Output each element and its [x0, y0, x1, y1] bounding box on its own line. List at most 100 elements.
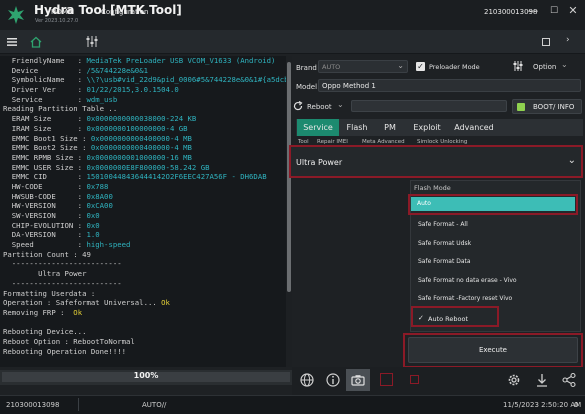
- status-serial: 210300013098: [6, 401, 60, 409]
- console-line: Device : /5&744228e&0&1: [3, 66, 286, 76]
- flash-mode-safe-format-no-data-erase-vivo[interactable]: Safe Format no data erase - Vivo: [418, 277, 517, 284]
- flash-mode-safe-format-udsk[interactable]: Safe Format Udsk: [418, 240, 471, 247]
- chevron-down-icon: ⌄: [567, 155, 576, 166]
- download-icon[interactable]: [534, 372, 550, 388]
- reboot-chevron-icon[interactable]: ⌄: [337, 100, 344, 109]
- console-text: Formatting Userdata :: [3, 288, 96, 298]
- nav-home[interactable]: HOME: [51, 8, 72, 16]
- globe-icon[interactable]: [299, 372, 315, 388]
- console-line: EMMC CID : 150100448436444142O2F6EEC427A…: [3, 172, 286, 182]
- share-icon[interactable]: [561, 372, 577, 388]
- close-button[interactable]: ✕: [566, 4, 580, 17]
- console-text: 0x0000000000038000-224 KB: [86, 114, 197, 124]
- console-text: 01/22/2015,3.0.1504.0: [86, 85, 179, 95]
- console-text: 0x8A00: [86, 191, 113, 201]
- option-chevron-icon[interactable]: ⌄: [561, 60, 568, 69]
- console-text: \\?\usb#vid_22d9&pid_0006#5&744228e&0&1#…: [86, 75, 286, 85]
- flash-mode-auto[interactable]: Auto: [411, 197, 575, 211]
- reboot-option-field[interactable]: [351, 100, 507, 112]
- progress-label: 100%: [133, 371, 159, 380]
- tab-flash[interactable]: Flash: [341, 119, 373, 136]
- chip-icon: [517, 103, 525, 111]
- console-line: HWSUB-CODE : 0x8A00: [3, 192, 286, 202]
- console-text: Rebooting Operation Done!!!!: [3, 346, 127, 356]
- console-text: Reading Partition Table ..: [3, 104, 118, 114]
- tab-service[interactable]: Service: [297, 119, 339, 136]
- console-text: -------------------------: [3, 259, 122, 269]
- model-select[interactable]: Oppo Method 1: [318, 79, 581, 92]
- console-text: EMMC Boot2 Size :: [3, 143, 91, 153]
- reboot-label[interactable]: Reboot: [307, 103, 332, 111]
- console-text: Partition Count : 49: [3, 249, 91, 259]
- console-line: -------------------------: [3, 279, 286, 289]
- stop-small-icon[interactable]: [410, 375, 419, 384]
- maximize-button[interactable]: ☐: [547, 6, 561, 16]
- console-line: HW-CODE : 0x788: [3, 182, 286, 192]
- console-text: Speed :: [3, 240, 87, 250]
- console-line: EMMC Boot1 Size : 0x0000000000400000-4 M…: [3, 134, 286, 144]
- console-text: wdm_usb: [86, 94, 118, 104]
- console-line: HW-VERSION : 0xCA00: [3, 201, 286, 211]
- nav-configuration[interactable]: Configuration: [101, 8, 148, 16]
- tab-pm[interactable]: PM: [377, 119, 403, 136]
- boot-info-button[interactable]: BOOT/ INFO: [512, 99, 582, 114]
- console-line: SW-VERSION : 0x0: [3, 211, 286, 221]
- chevron-right-icon[interactable]: ›: [566, 35, 570, 45]
- sliders-icon[interactable]: [513, 61, 523, 71]
- console-line: EMMC USER Size : 0x0000000E8F800000-58.2…: [3, 163, 286, 173]
- flash-mode-safe-format-all[interactable]: Safe Format - All: [418, 221, 468, 228]
- info-icon[interactable]: [325, 372, 341, 388]
- console-line: CHIP-EVOLUTION : 0x0: [3, 221, 286, 231]
- console-text: 0xCA00: [86, 201, 113, 211]
- console-text: HWSUB-CODE :: [3, 191, 87, 201]
- console-line: Removing FRP : Ok: [3, 308, 286, 318]
- configuration-icon[interactable]: [86, 35, 98, 48]
- reboot-icon[interactable]: [293, 100, 303, 111]
- status-counter: 0: [574, 401, 579, 409]
- tab-advanced[interactable]: Advanced: [450, 119, 498, 136]
- console-text: ERAM Size :: [3, 114, 87, 124]
- flash-mode-safe-format-data[interactable]: Safe Format Data: [418, 258, 471, 265]
- stop-icon[interactable]: [380, 373, 393, 386]
- execute-button[interactable]: Execute: [408, 337, 578, 363]
- hydra-logo-icon: [8, 6, 24, 24]
- brand-select[interactable]: AUTO ⌄: [318, 60, 408, 73]
- preloader-checkbox[interactable]: ✓: [416, 62, 425, 71]
- console-line: Reboot Option : RebootToNormal: [3, 337, 286, 347]
- device-serial: 210300013098: [484, 8, 538, 16]
- console-text: Operation : Safeformat Universal...: [3, 298, 162, 308]
- settings-gear-icon[interactable]: [506, 372, 522, 388]
- copy-icon[interactable]: [542, 38, 550, 46]
- status-datetime: 11/5/2023 2:50:20 AM: [503, 401, 582, 409]
- flash-mode-safe-format-factory-reset-vivo[interactable]: Safe Format -Factory reset Vivo: [418, 295, 512, 302]
- console-line: Rebooting Device...: [3, 327, 286, 337]
- app-version: Ver 2023.10.27.0: [35, 18, 79, 24]
- console-line: Formatting Userdata :: [3, 289, 286, 299]
- console-line: Driver Ver : 01/22/2015,3.0.1504.0: [3, 85, 286, 95]
- console-text: SymbolicName :: [3, 75, 87, 85]
- console-text: Device :: [3, 65, 87, 75]
- option-button[interactable]: Option: [533, 63, 556, 71]
- console-text: FriendlyName :: [3, 56, 87, 65]
- console-text: Service :: [3, 94, 87, 104]
- console-text: HW-VERSION :: [3, 201, 87, 211]
- auto-reboot-label[interactable]: Auto Reboot: [428, 315, 468, 323]
- console-line: -------------------------: [3, 259, 286, 269]
- console-line: Speed : high-speed: [3, 240, 286, 250]
- console-text: 1.0: [86, 230, 100, 240]
- home-icon[interactable]: [30, 36, 42, 48]
- ultra-power-select[interactable]: Ultra Power ⌄: [289, 145, 583, 178]
- preloader-label: Preloader Mode: [429, 63, 480, 71]
- menu-icon[interactable]: [7, 38, 17, 46]
- screenshot-button[interactable]: [346, 369, 370, 391]
- console-line: EMMC Boot2 Size : 0x0000000000400000-4 M…: [3, 143, 286, 153]
- boot-info-label: BOOT/ INFO: [533, 103, 575, 111]
- auto-reboot-check-icon[interactable]: ✓: [418, 314, 424, 322]
- status-mode: AUTO//: [142, 401, 167, 409]
- tab-exploit[interactable]: Exploit: [407, 119, 447, 136]
- console-line: SymbolicName : \\?\usb#vid_22d9&pid_0006…: [3, 75, 286, 85]
- console-text: Ok: [73, 307, 83, 317]
- console-text: -------------------------: [3, 278, 122, 288]
- console-text: EMMC Boot1 Size :: [3, 133, 91, 143]
